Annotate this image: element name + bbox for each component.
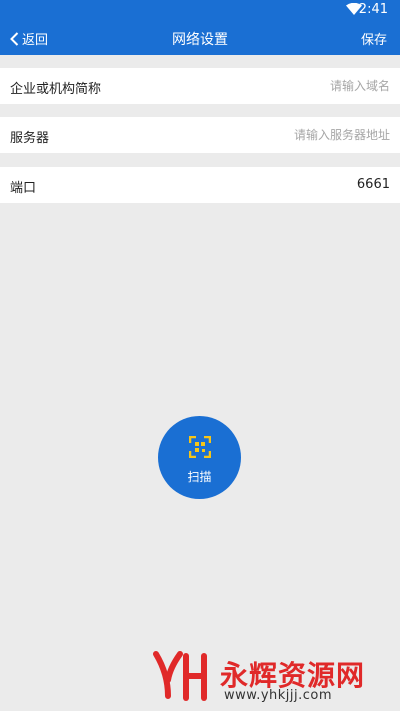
company-row: 企业或机构简称 bbox=[0, 68, 400, 104]
scan-label: 扫描 bbox=[187, 470, 212, 484]
company-label: 企业或机构简称 bbox=[10, 82, 102, 97]
save-button[interactable]: 保存 bbox=[361, 29, 387, 48]
port-row: 端口 6661 bbox=[0, 167, 400, 203]
status-bar: 2:41 bbox=[0, 0, 400, 20]
server-label: 服务器 bbox=[10, 131, 50, 146]
scan-button[interactable]: 扫描 bbox=[158, 416, 241, 499]
title-bar: 返回 网络设置 保存 bbox=[0, 20, 400, 55]
company-input[interactable] bbox=[160, 76, 390, 96]
watermark-logo-icon bbox=[153, 651, 207, 701]
port-label: 端口 bbox=[10, 181, 37, 196]
port-value[interactable]: 6661 bbox=[357, 177, 390, 192]
status-time: 2:41 bbox=[358, 2, 388, 17]
page-title: 网络设置 bbox=[172, 32, 228, 48]
server-input[interactable] bbox=[160, 125, 390, 145]
qr-scan-icon bbox=[189, 436, 211, 458]
server-row: 服务器 bbox=[0, 117, 400, 153]
watermark: 永辉资源网 www.yhkjjj.com bbox=[152, 650, 392, 706]
watermark-url: www.yhkjjj.com bbox=[224, 688, 333, 703]
